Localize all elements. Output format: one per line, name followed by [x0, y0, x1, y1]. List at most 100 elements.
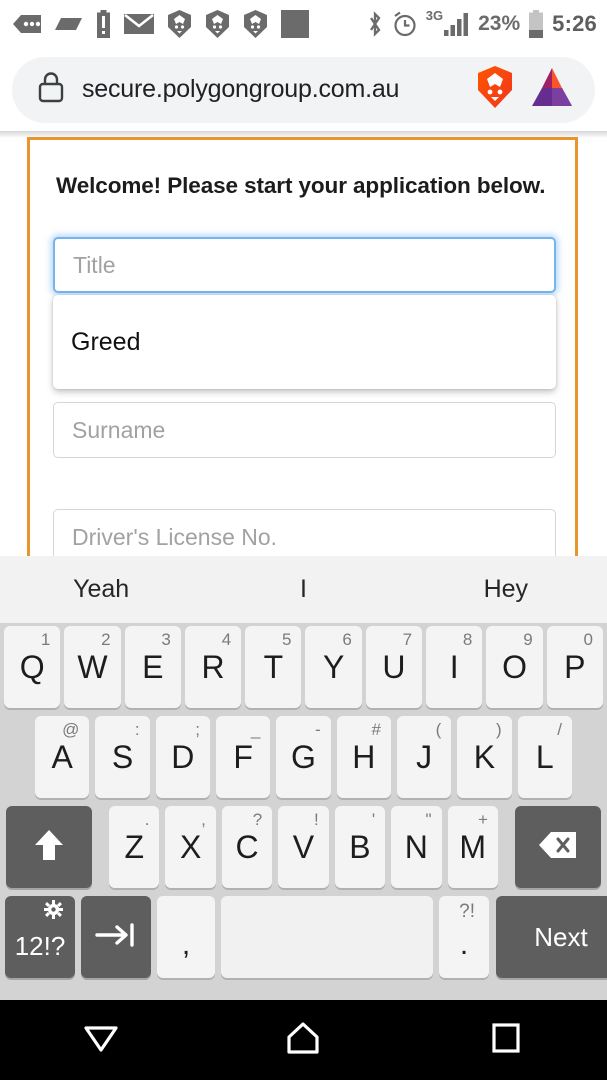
key-s-label: S [111, 739, 134, 775]
suggestion-0[interactable]: Yeah [0, 575, 202, 604]
application-form-frame: Welcome! Please start your application b… [27, 137, 578, 556]
brave-shield-lion-icon[interactable] [475, 65, 515, 114]
key-l[interactable]: / L [517, 716, 572, 798]
page-title: Welcome! Please start your application b… [56, 173, 546, 198]
suggestion-1[interactable]: I [202, 575, 404, 604]
key-o[interactable]: 9O [486, 626, 543, 708]
key-v[interactable]: ! V [278, 806, 329, 888]
battery-icon [528, 10, 544, 38]
key-y[interactable]: 6Y [305, 626, 362, 708]
key-s[interactable]: :S [95, 716, 150, 798]
key-r[interactable]: 4R [184, 626, 242, 708]
url-text[interactable]: secure.polygongroup.com.au [82, 75, 399, 104]
period-key-sup: ?! [459, 901, 475, 922]
surname-input[interactable]: Surname [53, 402, 556, 458]
key-j[interactable]: (J [396, 716, 452, 798]
key-z-label: Z [124, 829, 144, 865]
status-bar-system: 3G 23% 5:26 [366, 8, 607, 38]
key-b-label: B [349, 829, 371, 865]
key-i-label: I [449, 649, 459, 685]
gear-icon [44, 900, 63, 924]
key-w-label: W [77, 649, 108, 685]
brave-lion-icon [205, 10, 230, 38]
shift-key[interactable] [6, 806, 92, 888]
key-r-sup: 4 [221, 630, 232, 649]
key-c-label: C [235, 829, 259, 865]
keyboard-row-3: .Z ,X ? C ! V ' B " N + M [0, 806, 607, 894]
tab-key[interactable] [81, 896, 151, 978]
key-w[interactable]: 2W [64, 626, 121, 708]
key-d[interactable]: ; D [155, 716, 210, 798]
autocomplete-dropdown[interactable]: Greed [53, 295, 556, 389]
key-x-sup: , [201, 810, 206, 829]
key-l-label: L [535, 739, 554, 775]
drivers-license-input[interactable]: Driver's License No. [53, 509, 556, 556]
key-e[interactable]: 3E [124, 626, 181, 708]
key-a-sup: @ [62, 720, 80, 739]
title-input[interactable]: Title [53, 237, 556, 293]
title-input-placeholder: Title [73, 251, 116, 278]
space-key[interactable] [221, 896, 433, 978]
key-q[interactable]: 1Q [4, 626, 61, 708]
key-t-label: T [263, 649, 284, 685]
recents-square-icon [490, 1021, 522, 1060]
key-c-sup: ? [252, 810, 263, 829]
key-m[interactable]: + M [447, 806, 498, 888]
back-button[interactable] [0, 1000, 202, 1080]
battery-percent-label: 23% [478, 12, 521, 35]
suggestion-2[interactable]: Hey [405, 575, 607, 604]
drivers-license-input-placeholder: Driver's License No. [72, 523, 278, 550]
enter-next-key-label: Next [534, 922, 588, 952]
status-bar-notifications [0, 10, 309, 38]
keyboard-suggestion-strip: Yeah I Hey [0, 556, 607, 623]
key-z-sup: . [144, 810, 150, 829]
home-icon [285, 1020, 321, 1061]
tab-arrow-icon [95, 922, 137, 953]
key-d-label: D [171, 739, 195, 775]
url-bar[interactable]: secure.polygongroup.com.au [12, 56, 595, 123]
enter-next-key[interactable]: Next [496, 896, 607, 978]
key-f[interactable]: _ F [215, 716, 271, 798]
key-c[interactable]: ? C [221, 806, 273, 888]
key-e-label: E [142, 649, 164, 685]
period-key[interactable]: ?! . [439, 896, 489, 978]
phone-screen: 3G 23% 5:26 secure.polygongroup.com.au W… [0, 0, 607, 1080]
key-t[interactable]: 5T [245, 626, 302, 708]
key-d-sup: ; [195, 720, 200, 739]
key-g[interactable]: -G [276, 716, 331, 798]
key-z[interactable]: .Z [109, 806, 160, 888]
key-p[interactable]: 0P [546, 626, 603, 708]
recents-button[interactable] [405, 1000, 607, 1080]
bat-triangle-logo-icon[interactable] [529, 66, 575, 113]
key-u-label: U [382, 649, 406, 685]
key-v-label: V [292, 829, 315, 865]
key-n[interactable]: " N [391, 806, 442, 888]
backspace-delete-icon [538, 830, 578, 865]
comma-key[interactable]: , [157, 896, 215, 978]
key-h-label: H [352, 739, 376, 775]
key-p-sup: 0 [583, 630, 593, 649]
autocomplete-item[interactable]: Greed [71, 328, 140, 357]
symbols-key[interactable]: 12!? [5, 896, 75, 978]
key-u[interactable]: 7U [365, 626, 423, 708]
surname-input-placeholder: Surname [72, 416, 166, 443]
key-o-label: O [502, 649, 527, 685]
android-navigation-bar [0, 1000, 607, 1080]
key-o-sup: 9 [523, 630, 533, 649]
key-a[interactable]: @ A [35, 716, 90, 798]
backspace-key[interactable] [514, 806, 601, 888]
key-x[interactable]: ,X [165, 806, 216, 888]
home-button[interactable] [202, 1000, 404, 1080]
key-b[interactable]: ' B [334, 806, 386, 888]
key-r-label: R [201, 649, 225, 685]
key-k-sup: ) [495, 720, 502, 739]
key-i[interactable]: 8I [426, 626, 483, 708]
key-k[interactable]: ) K [457, 716, 512, 798]
keyboard-row-2: @ A :S ; D _ F -G # H (J ) K / L [0, 716, 607, 804]
browser-toolbar: secure.polygongroup.com.au [0, 48, 607, 131]
comma-key-label: , [181, 928, 191, 961]
key-h[interactable]: # H [336, 716, 391, 798]
key-n-sup: " [425, 810, 432, 829]
filled-square-icon [281, 10, 309, 38]
key-q-label: Q [19, 649, 45, 685]
